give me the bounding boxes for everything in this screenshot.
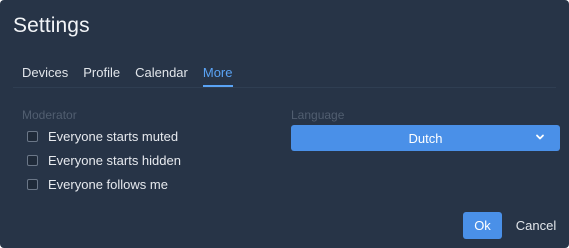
everyone-follows-me-option[interactable]: Everyone follows me xyxy=(27,177,168,192)
tab-profile[interactable]: Profile xyxy=(83,65,120,87)
tab-more[interactable]: More xyxy=(202,65,233,87)
everyone-starts-muted-label: Everyone starts muted xyxy=(48,129,179,144)
tab-calendar[interactable]: Calendar xyxy=(135,65,188,87)
chevron-down-icon xyxy=(536,134,544,140)
everyone-follows-me-checkbox[interactable] xyxy=(27,179,38,190)
settings-dialog: Settings Devices Profile Calendar More M… xyxy=(0,0,569,248)
everyone-follows-me-label: Everyone follows me xyxy=(48,177,168,192)
dialog-title: Settings xyxy=(13,14,90,37)
everyone-starts-hidden-option[interactable]: Everyone starts hidden xyxy=(27,153,181,168)
everyone-starts-hidden-label: Everyone starts hidden xyxy=(48,153,181,168)
moderator-section-label: Moderator xyxy=(22,108,77,122)
settings-tabs: Devices Profile Calendar More xyxy=(22,65,233,87)
tabs-divider xyxy=(13,87,556,88)
everyone-starts-hidden-checkbox[interactable] xyxy=(27,155,38,166)
cancel-button[interactable]: Cancel xyxy=(510,212,562,239)
tab-devices[interactable]: Devices xyxy=(22,65,68,87)
ok-button[interactable]: Ok xyxy=(463,212,502,239)
everyone-starts-muted-option[interactable]: Everyone starts muted xyxy=(27,129,178,144)
everyone-starts-muted-checkbox[interactable] xyxy=(27,131,38,142)
language-section-label: Language xyxy=(291,108,345,122)
language-selected-value: Dutch xyxy=(408,131,443,146)
language-select[interactable]: Dutch xyxy=(291,125,560,151)
